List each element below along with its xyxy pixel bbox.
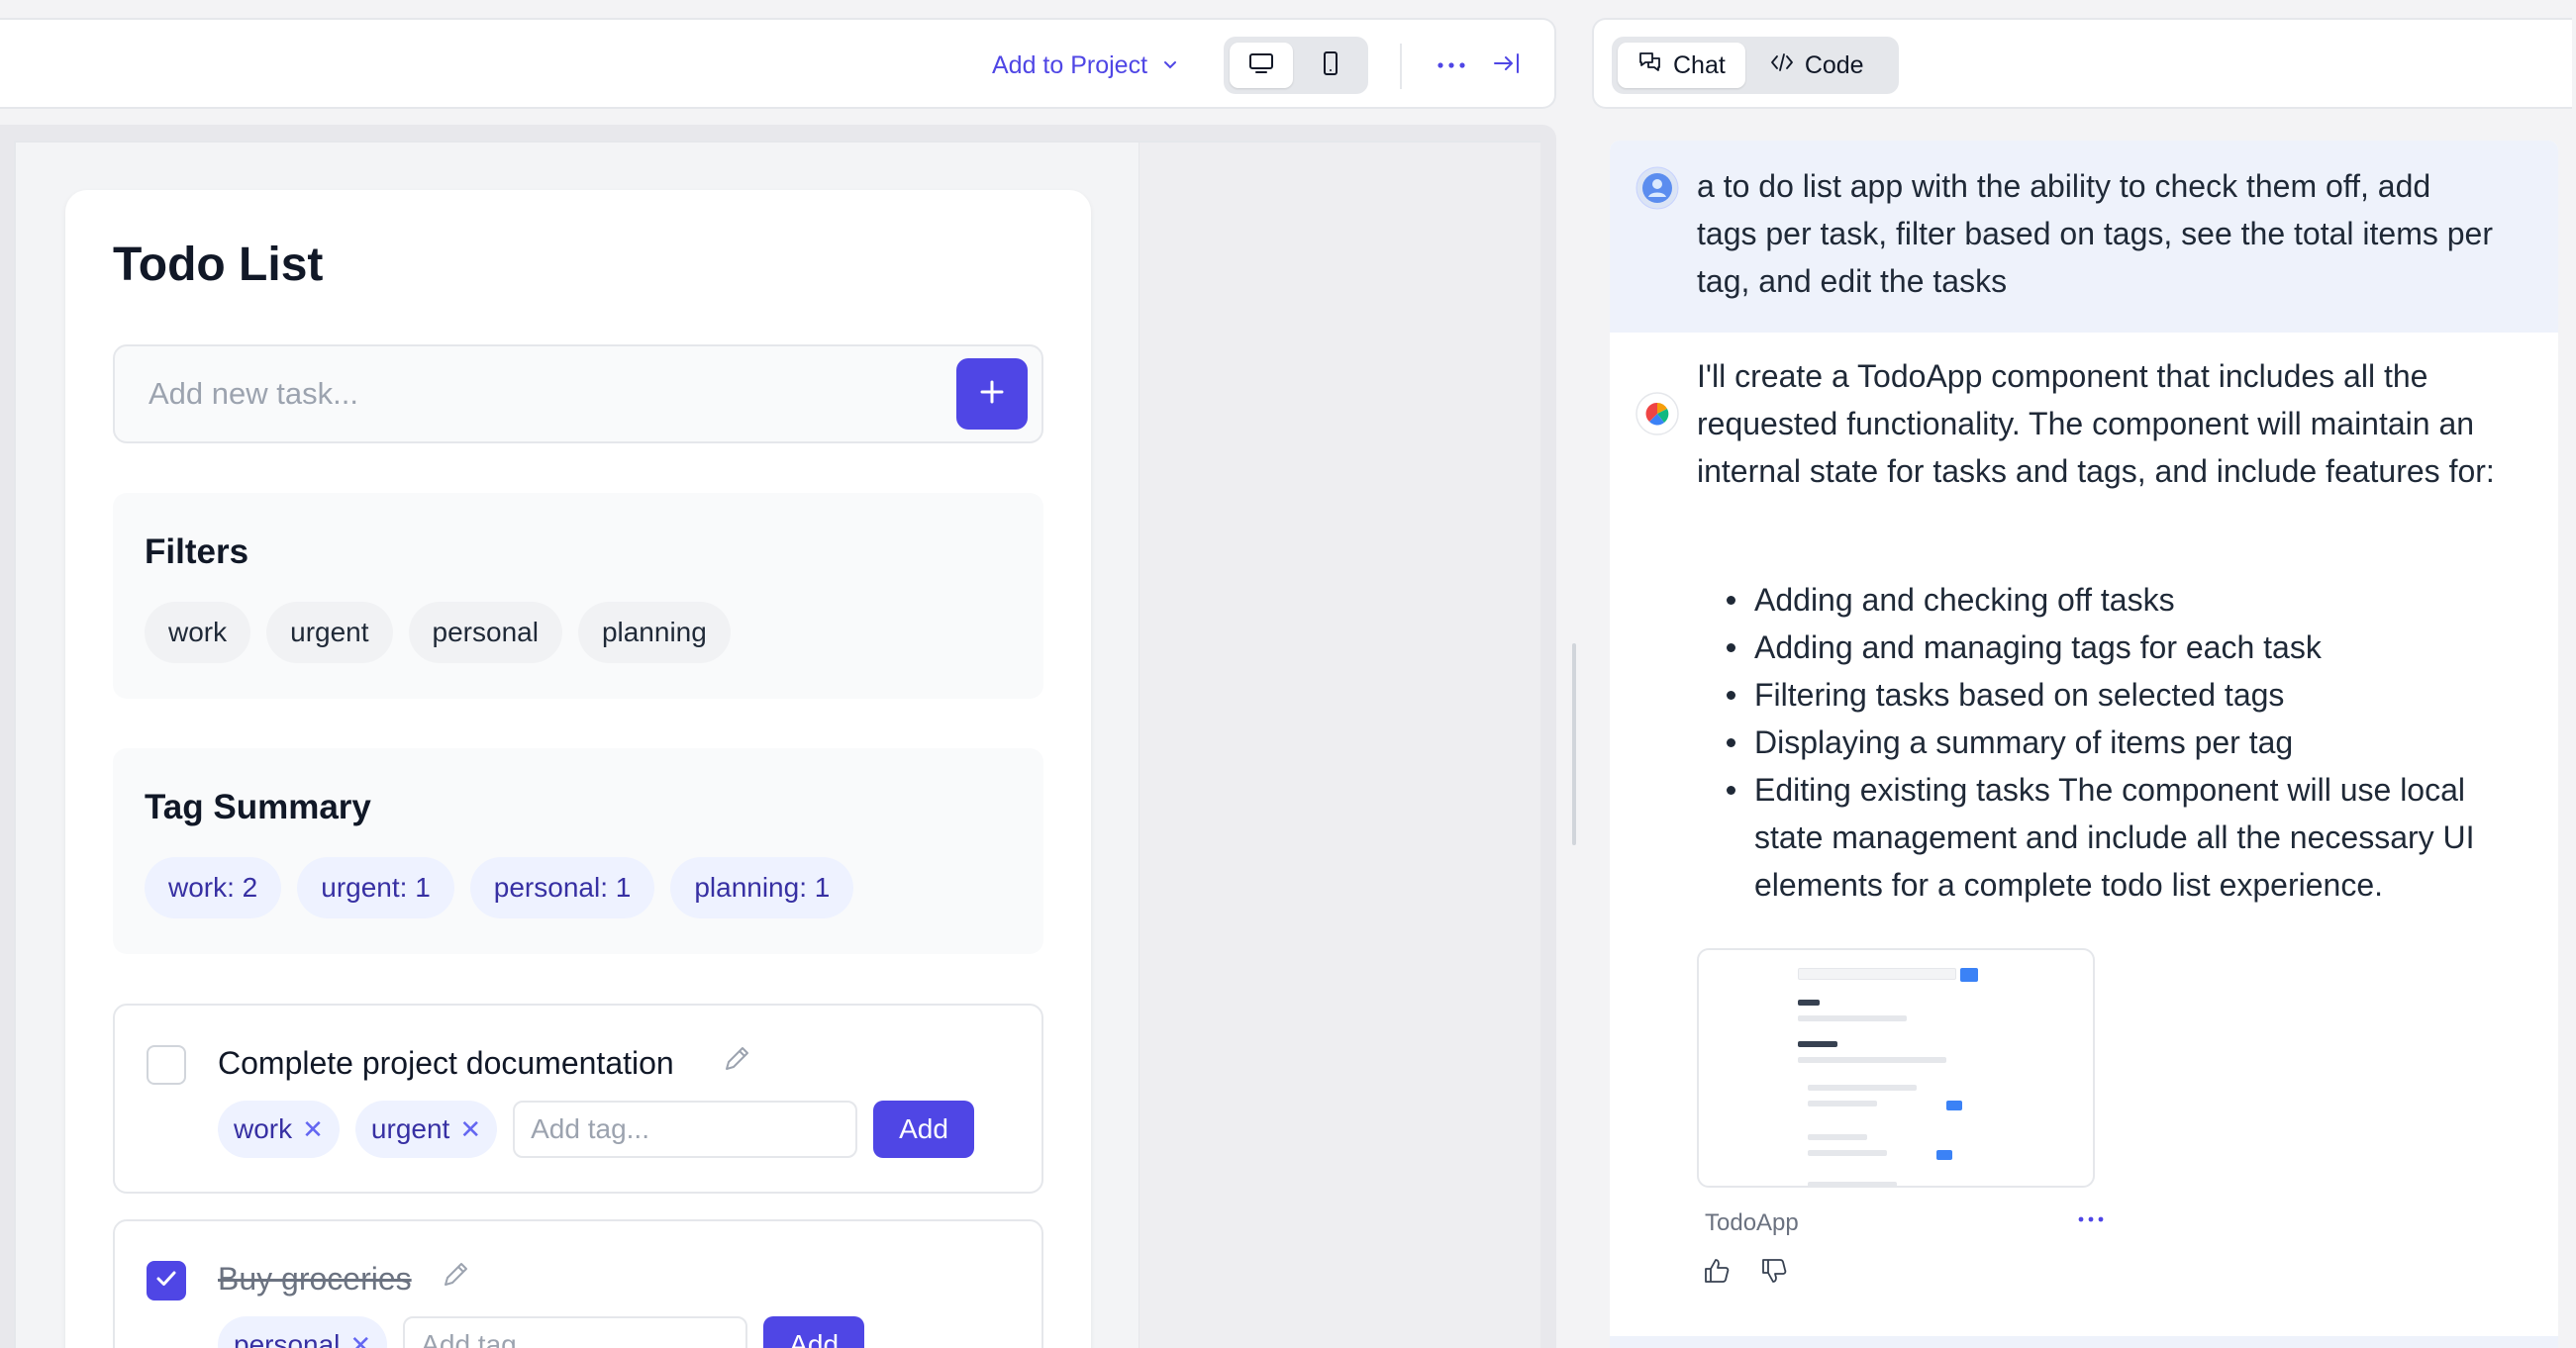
assistant-avatar xyxy=(1635,392,1679,435)
filter-chip-personal[interactable]: personal xyxy=(408,602,562,663)
list-item: Editing existing tasks The component wil… xyxy=(1727,766,2507,909)
desktop-icon xyxy=(1247,51,1275,80)
chevron-down-icon xyxy=(1161,51,1179,80)
add-tag-input[interactable] xyxy=(513,1101,858,1158)
remove-tag-icon[interactable]: ✕ xyxy=(349,1330,371,1348)
preview-blank-area xyxy=(1139,143,1540,1348)
add-tag-input[interactable] xyxy=(403,1316,748,1348)
add-task-input[interactable] xyxy=(117,348,929,439)
edit-task-button[interactable] xyxy=(438,1259,473,1295)
task-tag-label: urgent xyxy=(370,1113,450,1144)
summary-chip-urgent: urgent: 1 xyxy=(297,857,454,918)
chat-header: Chat Code xyxy=(1592,18,2572,109)
user-avatar xyxy=(1635,166,1679,210)
chat-code-toggle: Chat Code xyxy=(1612,37,1899,94)
add-task-button[interactable] xyxy=(956,358,1028,430)
tab-chat[interactable]: Chat xyxy=(1618,43,1745,88)
filter-chips: work urgent personal planning xyxy=(145,602,731,663)
tab-code-label: Code xyxy=(1804,50,1864,79)
thumbs-up-button[interactable] xyxy=(1697,1253,1736,1293)
remove-tag-icon[interactable]: ✕ xyxy=(302,1114,324,1145)
list-item: Filtering tasks based on selected tags xyxy=(1727,671,2507,719)
code-icon xyxy=(1769,51,1795,80)
list-item: Adding and checking off tasks xyxy=(1727,576,2507,624)
assistant-message-text: I'll create a TodoApp component that inc… xyxy=(1697,358,2495,489)
filter-chip-urgent[interactable]: urgent xyxy=(266,602,393,663)
artifact-thumbnail xyxy=(1798,958,2016,1186)
app-root: Add to Project Todo List Add new task...… xyxy=(0,0,2576,1348)
toolbar-divider xyxy=(1400,44,1402,89)
summary-chip-planning: planning: 1 xyxy=(670,857,854,918)
summary-chips: work: 2 urgent: 1 personal: 1 planning: … xyxy=(145,857,854,918)
view-toggle xyxy=(1224,37,1368,94)
add-task-row xyxy=(113,344,1043,443)
task-tag: urgent ✕ xyxy=(354,1101,498,1158)
more-options-button[interactable] xyxy=(1432,46,1471,85)
filters-title: Filters xyxy=(145,532,249,571)
collapse-panel-icon xyxy=(1492,50,1522,81)
todo-card: Todo List Filters work urgent personal xyxy=(65,190,1091,1348)
app-canvas: Todo List Filters work urgent personal xyxy=(16,143,1139,1348)
pencil-icon xyxy=(721,1043,752,1080)
artifact-preview[interactable] xyxy=(1697,948,2095,1188)
check-icon xyxy=(153,1266,179,1297)
page-title: Todo List xyxy=(113,239,324,291)
task-tag: work ✕ xyxy=(218,1101,340,1158)
thumbs-down-button[interactable] xyxy=(1754,1253,1794,1293)
task-text: Buy groceries xyxy=(218,1261,412,1297)
task-text: Complete project documentation xyxy=(218,1045,674,1081)
add-tag-button[interactable]: Add xyxy=(873,1101,974,1158)
user-message: a to do list app with the ability to che… xyxy=(1610,141,2558,333)
task-tag-row: work ✕ urgent ✕ Add xyxy=(218,1101,974,1158)
thumbs-down-icon xyxy=(1759,1256,1789,1291)
desktop-view-button[interactable] xyxy=(1230,43,1293,88)
mobile-icon xyxy=(1321,50,1340,81)
mobile-view-button[interactable] xyxy=(1299,43,1362,88)
collapse-panel-button[interactable] xyxy=(1487,46,1527,85)
list-item: Displaying a summary of items per tag xyxy=(1727,719,2507,766)
task-checkbox[interactable] xyxy=(147,1045,186,1085)
preview-frame: Todo List Filters work urgent personal xyxy=(14,141,1540,1348)
tab-code[interactable]: Code xyxy=(1749,43,1884,88)
preview-toolbar: Add to Project xyxy=(0,18,1556,109)
artifact-label: TodoApp xyxy=(1705,1209,1799,1236)
pencil-icon xyxy=(440,1259,471,1296)
panel-resize-handle[interactable] xyxy=(1572,643,1576,845)
remove-tag-icon[interactable]: ✕ xyxy=(459,1114,481,1145)
feature-list: Adding and checking off tasks Adding and… xyxy=(1727,576,2507,909)
tag-summary-title: Tag Summary xyxy=(145,788,371,826)
artifact-more-button[interactable] xyxy=(2071,1202,2111,1237)
filters-section: Filters work urgent personal planning xyxy=(113,493,1043,699)
add-to-project-button[interactable]: Add to Project xyxy=(992,46,1179,85)
task-tag-row: personal ✕ Add xyxy=(218,1316,865,1348)
task-tag-label: personal xyxy=(234,1329,341,1348)
tag-summary-section: Tag Summary work: 2 urgent: 1 personal: … xyxy=(113,748,1043,954)
tab-chat-label: Chat xyxy=(1673,50,1726,79)
list-item: Adding and managing tags for each task xyxy=(1727,624,2507,671)
edit-task-button[interactable] xyxy=(719,1043,754,1079)
task-checkbox[interactable] xyxy=(147,1261,186,1300)
task-tag: personal ✕ xyxy=(218,1316,388,1348)
chat-transcript: a to do list app with the ability to che… xyxy=(1610,141,2558,1348)
plus-icon xyxy=(976,376,1008,413)
summary-chip-personal: personal: 1 xyxy=(469,857,655,918)
next-message-edge xyxy=(1610,1336,2558,1348)
task-item: Buy groceries personal ✕ Add xyxy=(113,1219,1043,1348)
task-item: Complete project documentation work ✕ ur… xyxy=(113,1004,1043,1194)
filter-chip-planning[interactable]: planning xyxy=(577,602,731,663)
add-to-project-label: Add to Project xyxy=(992,50,1148,79)
filter-chip-work[interactable]: work xyxy=(145,602,251,663)
user-message-text: a to do list app with the ability to che… xyxy=(1697,168,2493,299)
task-tag-label: work xyxy=(234,1113,293,1144)
thumbs-up-icon xyxy=(1702,1256,1732,1291)
chat-panel: a to do list app with the ability to che… xyxy=(1592,125,2576,1348)
more-icon xyxy=(1437,56,1466,74)
add-tag-button[interactable]: Add xyxy=(763,1316,865,1348)
more-icon xyxy=(2077,1210,2105,1228)
chat-icon xyxy=(1637,50,1663,81)
summary-chip-work: work: 2 xyxy=(145,857,282,918)
